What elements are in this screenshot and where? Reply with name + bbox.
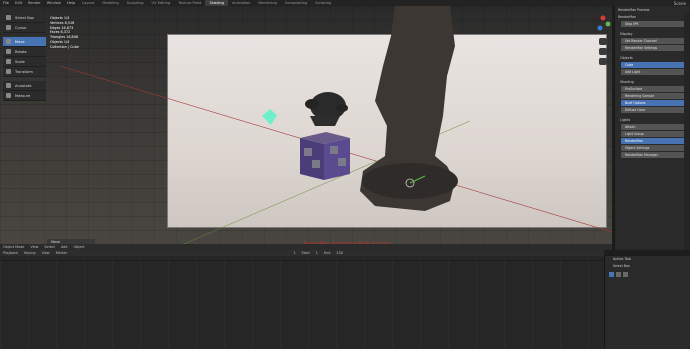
annotate-icon — [6, 83, 11, 88]
tool-select-box[interactable]: Select Box — [3, 13, 46, 23]
scene-selector[interactable]: Scene — [674, 1, 690, 6]
select-extend-icon[interactable] — [616, 272, 621, 277]
active-tool-title: Active Tool — [613, 257, 632, 261]
section-lights: Lights — [620, 118, 631, 122]
panel-field[interactable]: Rendering Sample — [621, 93, 685, 99]
menu-keying[interactable]: Keying — [21, 251, 38, 255]
section-shading: Shading — [620, 80, 634, 84]
scale-icon — [6, 59, 11, 64]
tool-move[interactable]: Move — [3, 37, 46, 47]
tool-cursor[interactable]: Cursor — [3, 23, 46, 33]
cursor-icon — [6, 25, 11, 30]
move-icon — [6, 39, 11, 44]
menu-render[interactable]: Render — [25, 1, 44, 5]
tool-measure[interactable]: Measure — [3, 91, 46, 101]
section-objects: Objects — [620, 56, 633, 60]
tool-annotate[interactable]: Annotate — [3, 81, 46, 91]
end-field[interactable]: 250 — [333, 251, 345, 255]
menu-add[interactable]: Add — [58, 245, 71, 249]
select-subtract-icon[interactable] — [623, 272, 628, 277]
panel-field[interactable]: RenderMan — [621, 138, 685, 144]
panel-field[interactable]: Cube — [621, 62, 685, 68]
axis-lines — [59, 65, 612, 250]
panel-field[interactable]: Bxdf Options — [621, 100, 685, 106]
current-frame[interactable]: 1 — [290, 251, 298, 255]
mode-selector[interactable]: Object Mode — [0, 245, 27, 249]
light-object[interactable] — [258, 106, 280, 128]
panel-field[interactable]: Set Render Channel — [621, 38, 685, 44]
3d-viewport[interactable]: Select Box Cursor Move Rotate Scale Tran… — [0, 6, 612, 250]
sidebar-tabs[interactable] — [684, 12, 690, 250]
rotate-icon — [6, 49, 11, 54]
menu-object[interactable]: Object — [70, 245, 87, 249]
measure-icon — [6, 93, 11, 98]
select-new-icon[interactable] — [609, 272, 614, 277]
menu-select[interactable]: Select — [41, 245, 57, 249]
viewport-stats: Objects 1/4 Vertices 8,516 Edges 16,873 … — [50, 16, 79, 49]
menu-view[interactable]: View — [27, 245, 41, 249]
active-tool-panel: Active Tool Select Box — [604, 256, 690, 349]
monkey-model[interactable] — [300, 86, 350, 128]
menu-marker[interactable]: Marker — [53, 251, 71, 255]
panel-row[interactable]: RenderMan Preview — [615, 6, 690, 13]
active-tool-name: Select Box — [613, 264, 630, 268]
selection-mode-icons — [605, 272, 690, 277]
tool-scale[interactable]: Scale — [3, 57, 46, 67]
tool-transform[interactable]: Transform — [3, 67, 46, 77]
stop-ipr-button[interactable]: Stop IPR — [621, 21, 685, 27]
panel-field[interactable]: Attach — [621, 124, 685, 130]
panel-field[interactable]: Light Group — [621, 131, 685, 137]
menu-playback[interactable]: Playback — [0, 251, 21, 255]
panel-field[interactable]: RenderMan Manager — [621, 152, 685, 158]
menu-edit[interactable]: Edit — [12, 1, 25, 5]
navigation-gizmo[interactable] — [594, 14, 612, 74]
transform-icon — [6, 69, 11, 74]
toolbar: Select Box Cursor Move Rotate Scale Tran… — [3, 13, 46, 101]
panel-field[interactable]: Add Light — [621, 69, 685, 75]
menu-help[interactable]: Help — [64, 1, 78, 5]
start-label: Start — [301, 251, 310, 255]
menu-window[interactable]: Window — [44, 1, 64, 5]
cube-model[interactable] — [296, 130, 352, 180]
sidebar-panel: RenderMan Preview RenderMan Stop IPR Dis… — [614, 6, 690, 250]
panel-row[interactable]: RenderMan — [615, 13, 690, 20]
select-box-icon — [6, 15, 11, 20]
menu-file[interactable]: File — [0, 1, 12, 5]
statue-model[interactable] — [355, 6, 485, 211]
start-field[interactable]: 1 — [313, 251, 321, 255]
menu-view[interactable]: View — [39, 251, 53, 255]
timeline-body[interactable] — [0, 261, 604, 349]
end-label: End — [323, 251, 331, 255]
panel-field[interactable]: Object Settings — [621, 145, 685, 151]
section-display: Display — [620, 32, 633, 36]
panel-field[interactable]: PxrSurface — [621, 86, 685, 92]
tool-rotate[interactable]: Rotate — [3, 47, 46, 57]
panel-field[interactable]: Diffuse Color — [621, 107, 685, 113]
timeline: Playback Keying View Marker 1 Start 1 En… — [0, 250, 604, 349]
panel-field[interactable]: RenderMan Settings — [621, 45, 685, 51]
